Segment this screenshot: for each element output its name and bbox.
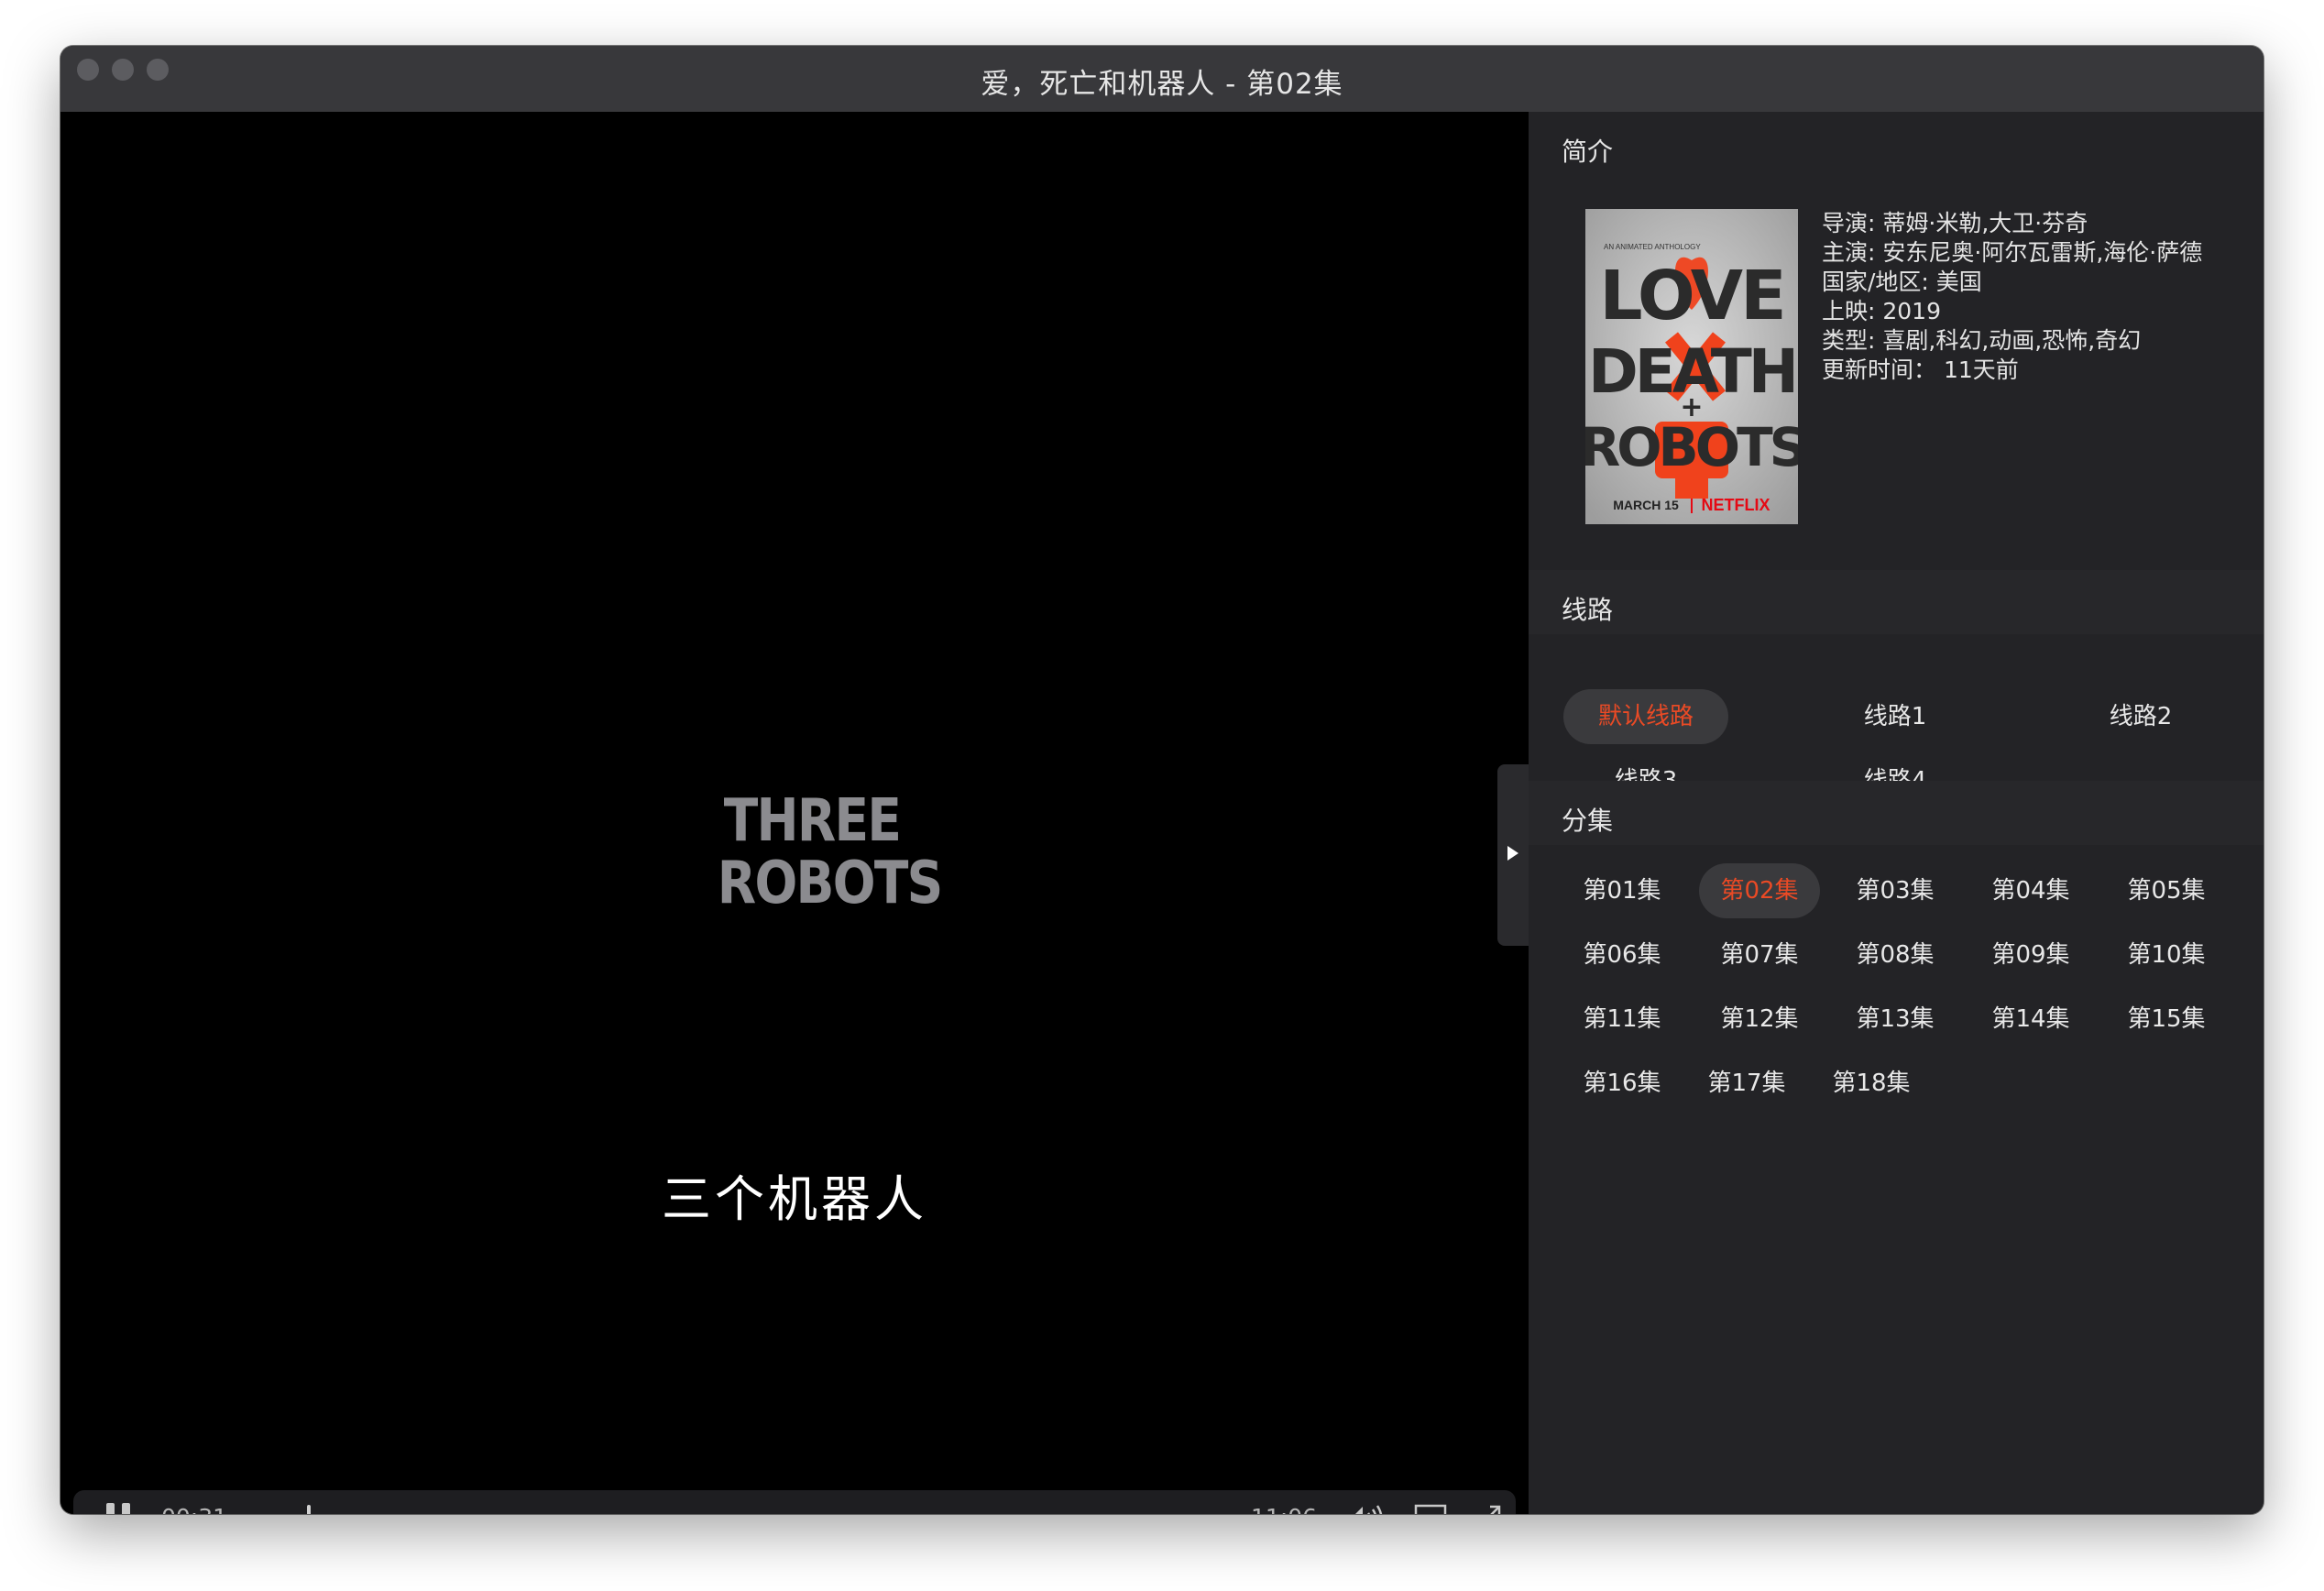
svg-text:NETFLIX: NETFLIX — [1702, 496, 1770, 514]
progress-handle[interactable] — [307, 1505, 312, 1514]
route-button[interactable]: 默认线路 — [1563, 689, 1728, 744]
routes-heading: 线路 — [1562, 595, 1614, 625]
episode-button[interactable]: 第15集 — [2106, 992, 2227, 1047]
region-line: 国家/地区: 美国 — [1822, 269, 1982, 295]
episode-button[interactable]: 第05集 — [2106, 863, 2227, 918]
fullscreen-icon[interactable] — [1472, 1501, 1503, 1514]
subtitle-text: 三个机器人 — [662, 1170, 927, 1228]
episode-button[interactable]: 第12集 — [1699, 992, 1820, 1047]
airplay-icon[interactable] — [1413, 1501, 1448, 1514]
remaining-time: -11:06 — [1243, 1504, 1317, 1514]
video-area[interactable]: THREE ROBOTS 三个机器人 00:31 -11:06 — [60, 112, 1529, 1514]
svg-text:LOVE: LOVE — [1599, 257, 1783, 335]
sidebar: 简介 AN ANIMATED ANTHOLOGY LOVE DEATH + RO… — [1529, 112, 2264, 1514]
episode-button[interactable]: 第14集 — [1970, 992, 2091, 1047]
title-card-line: ROBOTS — [717, 850, 943, 917]
director-line: 导演: 蒂姆·米勒,大卫·芬奇 — [1822, 210, 2088, 236]
play-right-icon — [1507, 846, 1518, 861]
poster-image: AN ANIMATED ANTHOLOGY LOVE DEATH + ROBOT… — [1585, 209, 1798, 524]
episode-button[interactable]: 第18集 — [1811, 1056, 1932, 1111]
episode-button[interactable]: 第07集 — [1699, 927, 1820, 982]
episode-button[interactable]: 第02集 — [1699, 863, 1820, 918]
cast-line: 主演: 安东尼奥·阿尔瓦雷斯,海伦·萨德 — [1822, 239, 2203, 266]
episode-button[interactable]: 第03集 — [1835, 863, 1956, 918]
pause-icon — [106, 1503, 115, 1514]
year-line: 上映: 2019 — [1822, 298, 1941, 324]
toggle-sidebar-tab[interactable] — [1497, 764, 1529, 946]
pause-button[interactable] — [106, 1503, 132, 1514]
episode-button[interactable]: 第17集 — [1686, 1056, 1807, 1111]
episode-button[interactable]: 第11集 — [1562, 992, 1683, 1047]
episodes-heading: 分集 — [1562, 806, 1614, 836]
genre-line: 类型: 喜剧,科幻,动画,恐怖,奇幻 — [1822, 327, 2142, 354]
route-button[interactable]: 线路2 — [2058, 689, 2223, 744]
episode-button[interactable]: 第06集 — [1562, 927, 1683, 982]
title-bar: 爱，死亡和机器人 - 第02集 — [60, 46, 2264, 113]
title-card-line: THREE — [723, 787, 902, 855]
volume-icon[interactable] — [1345, 1501, 1387, 1514]
svg-text:AN ANIMATED ANTHOLOGY: AN ANIMATED ANTHOLOGY — [1604, 243, 1701, 251]
playback-controls: 00:31 -11:06 — [73, 1490, 1516, 1514]
show-info: 导演: 蒂姆·米勒,大卫·芬奇 主演: 安东尼奥·阿尔瓦雷斯,海伦·萨德 国家/… — [1822, 209, 2202, 385]
episode-button[interactable]: 第10集 — [2106, 927, 2227, 982]
episode-title-card: THREE ROBOTS — [717, 787, 943, 917]
updated-line: 更新时间： 11天前 — [1822, 357, 2019, 383]
window-title: 爱，死亡和机器人 - 第02集 — [981, 68, 1343, 101]
episode-button[interactable]: 第09集 — [1970, 927, 2091, 982]
episode-button[interactable]: 第01集 — [1562, 863, 1683, 918]
elapsed-time: 00:31 — [161, 1504, 227, 1514]
svg-text:ROBOTS: ROBOTS — [1585, 416, 1798, 478]
episode-button[interactable]: 第13集 — [1835, 992, 1956, 1047]
routes-header-band — [1529, 570, 2264, 634]
pause-icon-bar — [122, 1503, 130, 1514]
episodes-header-band — [1529, 781, 2264, 845]
svg-text:MARCH 15: MARCH 15 — [1613, 498, 1679, 512]
intro-heading: 简介 — [1562, 137, 1614, 167]
route-button[interactable]: 线路1 — [1813, 689, 1978, 744]
episode-button[interactable]: 第04集 — [1970, 863, 2091, 918]
episode-button[interactable]: 第08集 — [1835, 927, 1956, 982]
episode-button[interactable]: 第16集 — [1562, 1056, 1683, 1111]
player-window: 爱，死亡和机器人 - 第02集 THREE ROBOTS 三个机器人 00:31 — [60, 46, 2264, 1514]
